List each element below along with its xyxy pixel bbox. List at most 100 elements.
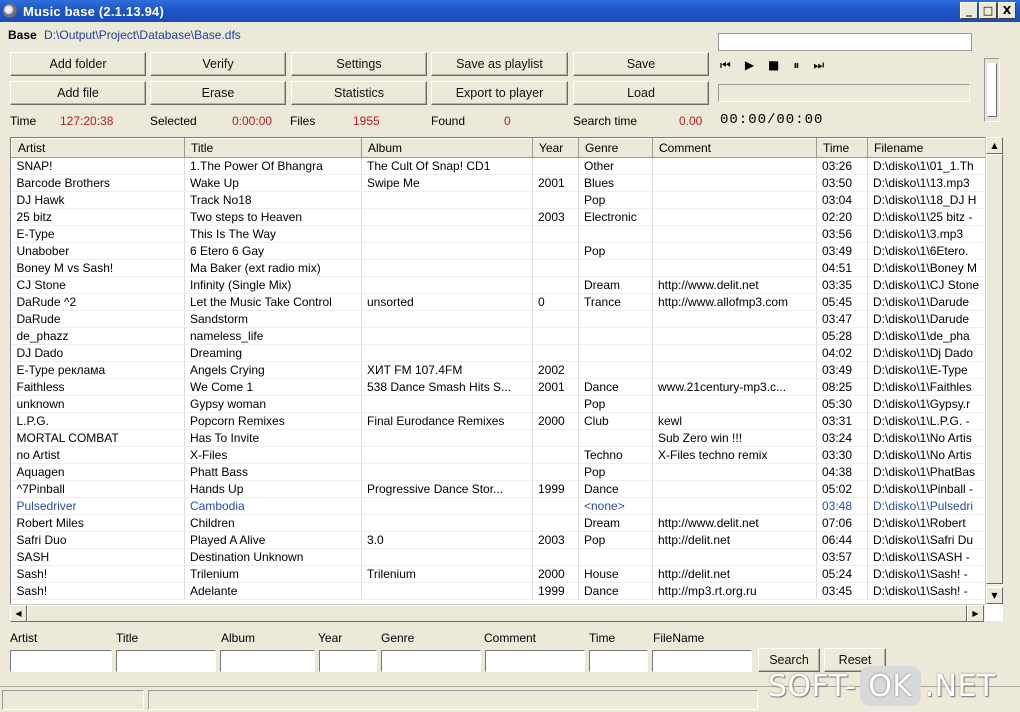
filter-genre-input[interactable] xyxy=(381,650,481,672)
cell-comment xyxy=(652,225,817,243)
add-file-button[interactable]: Add file xyxy=(10,81,146,105)
cell-genre: Electronic xyxy=(578,208,653,226)
load-button[interactable]: Load xyxy=(573,81,709,105)
scroll-down-icon[interactable]: ▼ xyxy=(986,587,1003,604)
volume-slider[interactable] xyxy=(984,58,1000,122)
cell-title: Phatt Bass xyxy=(184,463,362,481)
table-row[interactable]: no Artist X-Files Techno X-Files techno rem… xyxy=(11,446,986,464)
table-row[interactable]: Boney M vs Sash! Ma Baker (ext radio mix)… xyxy=(11,259,986,277)
cell-filename: D:\disko\1\3.mp3 xyxy=(867,225,986,243)
table-row[interactable]: DaRude ^2 Let the Music Take Control unsor… xyxy=(11,293,986,311)
cell-time: 03:26 xyxy=(816,157,868,175)
filter-album-input[interactable] xyxy=(220,650,315,672)
table-row[interactable]: Sash! Adelante 1999 Dance http://mp3.rt.org.… xyxy=(11,582,986,600)
scroll-right-icon[interactable]: ▶ xyxy=(967,605,984,622)
cell-genre xyxy=(578,310,653,328)
table-row[interactable]: E-Type This Is The Way 03:56 D:\disko\1\3.m… xyxy=(11,225,986,243)
cell-filename: D:\disko\1\CJ Stone xyxy=(867,276,986,294)
playback-progress-bar[interactable] xyxy=(718,84,970,102)
table-row[interactable]: Faithless We Come 1 538 Dance Smash Hits S… xyxy=(11,378,986,396)
vertical-scrollbar[interactable]: ▲ ▼ xyxy=(985,137,1003,604)
minimize-button[interactable]: _ xyxy=(960,2,978,19)
stop-icon[interactable]: ■ xyxy=(768,59,779,71)
cell-time: 05:24 xyxy=(816,565,868,583)
table-row[interactable]: DJ Hawk Track No18 Pop 03:04 D:\disko\1\18_D… xyxy=(11,191,986,209)
column-header-comment[interactable]: Comment xyxy=(652,138,817,158)
cell-title: Children xyxy=(184,514,362,532)
horizontal-scrollbar[interactable]: ◀ ▶ xyxy=(10,604,985,622)
cell-album xyxy=(361,327,533,345)
filter-year-input[interactable] xyxy=(319,650,377,672)
table-row[interactable]: Barcode Brothers Wake Up Swipe Me 2001 Blues… xyxy=(11,174,986,192)
table-row[interactable]: DJ Dado Dreaming 04:02 D:\disko\1\Dj Dado xyxy=(11,344,986,362)
play-icon[interactable]: ▶ xyxy=(745,59,754,71)
column-header-album[interactable]: Album xyxy=(361,138,533,158)
table-row[interactable]: CJ Stone Infinity (Single Mix) Dream http:/… xyxy=(11,276,986,294)
cell-comment xyxy=(652,208,817,226)
table-row[interactable]: Safri Duo Played A Alive 3.0 2003 Pop http://… xyxy=(11,531,986,549)
table-row[interactable]: E-Type реклама Angels Crying ХИТ FM 107.4F… xyxy=(11,361,986,379)
cell-filename: D:\disko\1\18_DJ H xyxy=(867,191,986,209)
save-button[interactable]: Save xyxy=(573,52,709,76)
save-as-playlist-button[interactable]: Save as playlist xyxy=(431,52,568,76)
cell-time: 05:45 xyxy=(816,293,868,311)
cell-time: 04:51 xyxy=(816,259,868,277)
table-row[interactable]: Unabober 6 Etero 6 Gay Pop 03:49 D:\disko\1\… xyxy=(11,242,986,260)
cell-year: 2003 xyxy=(532,208,579,226)
add-folder-button[interactable]: Add folder xyxy=(10,52,146,76)
cell-filename: D:\disko\1\Boney M xyxy=(867,259,986,277)
export-to-player-button[interactable]: Export to player xyxy=(431,81,568,105)
table-row[interactable]: MORTAL COMBAT Has To Invite Sub Zero win !… xyxy=(11,429,986,447)
cell-filename: D:\disko\1\No Artis xyxy=(867,429,986,447)
column-header-filename[interactable]: Filename xyxy=(867,138,986,158)
table-row[interactable]: 25 bitz Two steps to Heaven 2003 Electronic… xyxy=(11,208,986,226)
next-icon[interactable]: ⏭ xyxy=(813,59,824,71)
statistics-button[interactable]: Statistics xyxy=(291,81,427,105)
cell-title: We Come 1 xyxy=(184,378,362,396)
column-header-title[interactable]: Title xyxy=(184,138,362,158)
table-row[interactable]: L.P.G. Popcorn Remixes Final Eurodance Rem… xyxy=(11,412,986,430)
filter-artist-input[interactable] xyxy=(10,650,112,672)
cell-title: Trilenium xyxy=(184,565,362,583)
vertical-scroll-thumb[interactable] xyxy=(986,154,1003,584)
erase-button[interactable]: Erase xyxy=(150,81,286,105)
column-header-genre[interactable]: Genre xyxy=(578,138,653,158)
cell-title: Dreaming xyxy=(184,344,362,362)
volume-slider-thumb[interactable] xyxy=(987,63,997,117)
cell-filename: D:\disko\1\de_pha xyxy=(867,327,986,345)
cell-year xyxy=(532,548,579,566)
table-row[interactable]: ^7Pinball Hands Up Progressive Dance Stor.… xyxy=(11,480,986,498)
filter-filename-input[interactable] xyxy=(652,650,752,672)
table-row[interactable]: SNAP! 1.The Power Of Bhangra The Cult Of S… xyxy=(11,157,986,175)
table-row[interactable]: SASH Destination Unknown 03:57 D:\disko\1\S… xyxy=(11,548,986,566)
settings-button[interactable]: Settings xyxy=(291,52,427,76)
maximize-button[interactable]: □ xyxy=(979,2,997,19)
table-row[interactable]: Pulsedriver Cambodia <none> 03:48 D:\disko\1… xyxy=(11,497,986,515)
column-header-time[interactable]: Time xyxy=(816,138,868,158)
cell-time: 03:30 xyxy=(816,446,868,464)
table-row[interactable]: Robert Miles Children Dream http://www.deli… xyxy=(11,514,986,532)
scroll-left-icon[interactable]: ◀ xyxy=(10,605,27,622)
verify-button[interactable]: Verify xyxy=(150,52,286,76)
column-header-artist[interactable]: Artist xyxy=(11,138,185,158)
table-row[interactable]: unknown Gypsy woman Pop 05:30 D:\disko\1\Gyp… xyxy=(11,395,986,413)
pause-icon[interactable]: ⏸ xyxy=(793,59,799,71)
cell-year: 2000 xyxy=(532,565,579,583)
horizontal-scroll-thumb[interactable] xyxy=(27,605,967,622)
cell-title: 1.The Power Of Bhangra xyxy=(184,157,362,175)
filter-time-input[interactable] xyxy=(589,650,648,672)
scroll-up-icon[interactable]: ▲ xyxy=(986,137,1003,154)
filter-comment-input[interactable] xyxy=(485,650,585,672)
search-time-label: Search time xyxy=(573,114,638,128)
column-header-year[interactable]: Year xyxy=(532,138,579,158)
cell-year: 0 xyxy=(532,293,579,311)
previous-icon[interactable]: ⏮ xyxy=(720,59,731,71)
table-row[interactable]: Aquagen Phatt Bass Pop 04:38 D:\disko\1\Phat… xyxy=(11,463,986,481)
table-row[interactable]: Sash! Trilenium Trilenium 2000 House http://d… xyxy=(11,565,986,583)
table-row[interactable]: DaRude Sandstorm 03:47 D:\disko\1\Darude xyxy=(11,310,986,328)
filter-title-input[interactable] xyxy=(116,650,216,672)
table-row[interactable]: de_phazz nameless_life 05:28 D:\disko\1\de_… xyxy=(11,327,986,345)
close-button[interactable]: X xyxy=(998,2,1016,19)
cell-artist: ^7Pinball xyxy=(11,480,185,498)
cell-album xyxy=(361,259,533,277)
